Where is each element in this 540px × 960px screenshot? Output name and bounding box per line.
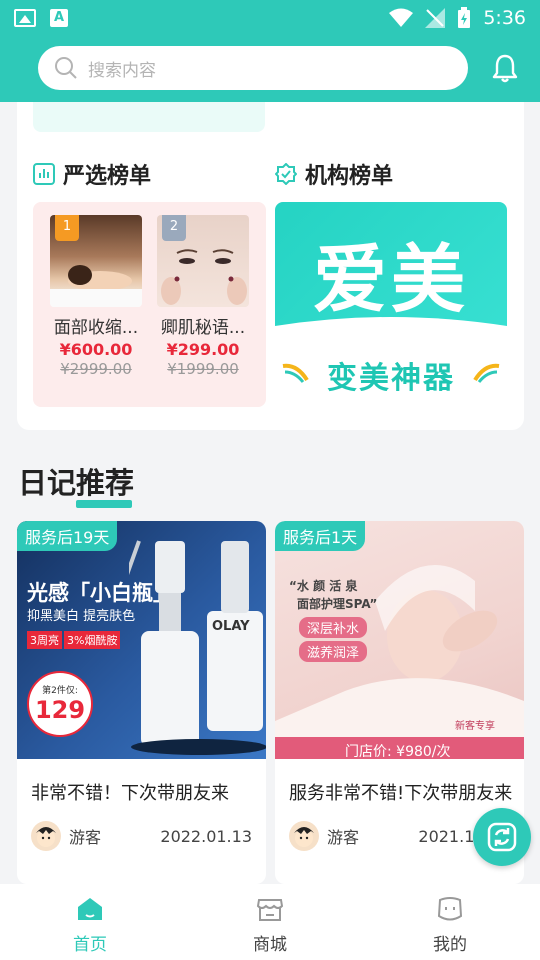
status-bar: A 5:36	[0, 0, 540, 36]
diary-image: 光感「小白瓶」 抑黑美白 提亮肤色 3周亮 3%烟酰胺 第2件仅: 129 OL…	[17, 521, 266, 759]
shop-icon	[256, 899, 284, 921]
avatar	[31, 821, 61, 851]
strict-list-heading: 严选榜单	[33, 158, 151, 190]
bell-icon[interactable]	[492, 53, 518, 83]
ad-tag: 深层补水	[299, 617, 368, 638]
product-item[interactable]: 1 面部收缩... ¥600.00 ¥2999.00	[50, 215, 142, 378]
title-underline	[76, 500, 132, 508]
gallery-notification-icon	[14, 9, 36, 27]
tab-label: 商城	[253, 935, 287, 955]
strict-list-title: 严选榜单	[63, 164, 152, 189]
tab-home[interactable]: 首页	[0, 884, 180, 960]
diary-text: 非常不错！下次带朋友来	[31, 783, 229, 804]
banner-remnant	[33, 102, 265, 132]
diary-image: “水 颜 活 泉 面部护理SPA” 深层补水 滋养润泽 新客专享 门店价: ¥9…	[275, 521, 524, 759]
top-header: A 5:36 搜索内容	[0, 0, 540, 102]
diary-section-title: 日记推荐	[18, 460, 134, 508]
ad-subline: 抑黑美白 提亮肤色	[27, 609, 136, 624]
tab-profile[interactable]: 我的	[360, 884, 540, 960]
wifi-icon	[389, 8, 414, 27]
app-notification-icon: A	[50, 9, 68, 27]
rank-badge: 2	[162, 215, 186, 241]
service-badge: 服务后19天	[17, 521, 118, 551]
search-placeholder: 搜索内容	[88, 60, 156, 81]
strict-ranking-panel: 1 面部收缩... ¥600.00 ¥2999.00 2 卿肌秘语... ¥29…	[33, 202, 266, 407]
battery-icon	[458, 7, 471, 28]
ad-headline: “水 颜 活 泉	[289, 579, 358, 593]
main-content: 严选榜单 机构榜单 1 面部收缩... ¥600.00 ¥2999.00 2 卿…	[0, 102, 540, 884]
ad-brand: OLAY	[212, 619, 250, 634]
home-icon	[78, 898, 102, 920]
org-list-title: 机构榜单	[305, 164, 394, 189]
profile-icon	[437, 897, 463, 921]
tab-label: 我的	[433, 935, 467, 955]
ad-tag: 滋养润泽	[299, 641, 368, 662]
tab-shop[interactable]: 商城	[180, 884, 360, 960]
org-ranking-banner[interactable]: 爱美 变美神器	[275, 202, 507, 407]
ad-subline: 面部护理SPA”	[297, 597, 378, 611]
diary-card[interactable]: 光感「小白瓶」 抑黑美白 提亮肤色 3周亮 3%烟酰胺 第2件仅: 129 OL…	[17, 521, 266, 884]
refresh-icon	[487, 822, 517, 852]
product-original-price: ¥2999.00	[60, 360, 132, 378]
diary-text: 服务非常不错!下次带朋友来	[289, 783, 513, 804]
product-original-price: ¥1999.00	[167, 360, 239, 378]
refresh-button[interactable]	[473, 808, 531, 866]
leaf-decoration-icon	[282, 363, 309, 383]
ad-tag: 3%烟酰胺	[64, 631, 121, 649]
product-image: 2	[157, 215, 249, 307]
avatar	[289, 821, 319, 851]
product-image: 1	[50, 215, 142, 307]
signal-icon	[425, 8, 446, 28]
product-price: ¥299.00	[166, 340, 240, 359]
ad-tag: 3周亮	[27, 631, 62, 649]
username: 游客	[327, 828, 360, 847]
username: 游客	[69, 828, 102, 847]
product-price: ¥600.00	[59, 340, 133, 359]
product-name: 卿肌秘语...	[160, 318, 246, 338]
org-list-heading: 机构榜单	[275, 158, 393, 190]
bottom-tab-bar: 首页 商城 我的	[0, 884, 540, 960]
post-date: 2022.01.13	[160, 826, 252, 846]
search-icon	[55, 57, 77, 79]
verified-badge-icon	[275, 163, 297, 185]
product-item[interactable]: 2 卿肌秘语... ¥299.00 ¥1999.00	[157, 215, 249, 378]
tab-label: 首页	[73, 935, 107, 955]
ad-store-price: 门店价: ¥980/次	[345, 744, 451, 759]
search-bar[interactable]: 搜索内容	[38, 46, 468, 90]
chart-icon	[33, 163, 55, 185]
clock-time: 5:36	[483, 7, 526, 29]
serum-bottles-illustration	[129, 540, 266, 755]
product-name: 面部收缩...	[53, 318, 139, 338]
service-badge: 服务后1天	[275, 521, 366, 551]
ad-new-customer: 新客专享	[455, 721, 495, 732]
leaf-decoration-icon	[473, 363, 500, 383]
rank-badge: 1	[55, 215, 79, 241]
ad-price-circle: 第2件仅: 129	[27, 671, 93, 737]
